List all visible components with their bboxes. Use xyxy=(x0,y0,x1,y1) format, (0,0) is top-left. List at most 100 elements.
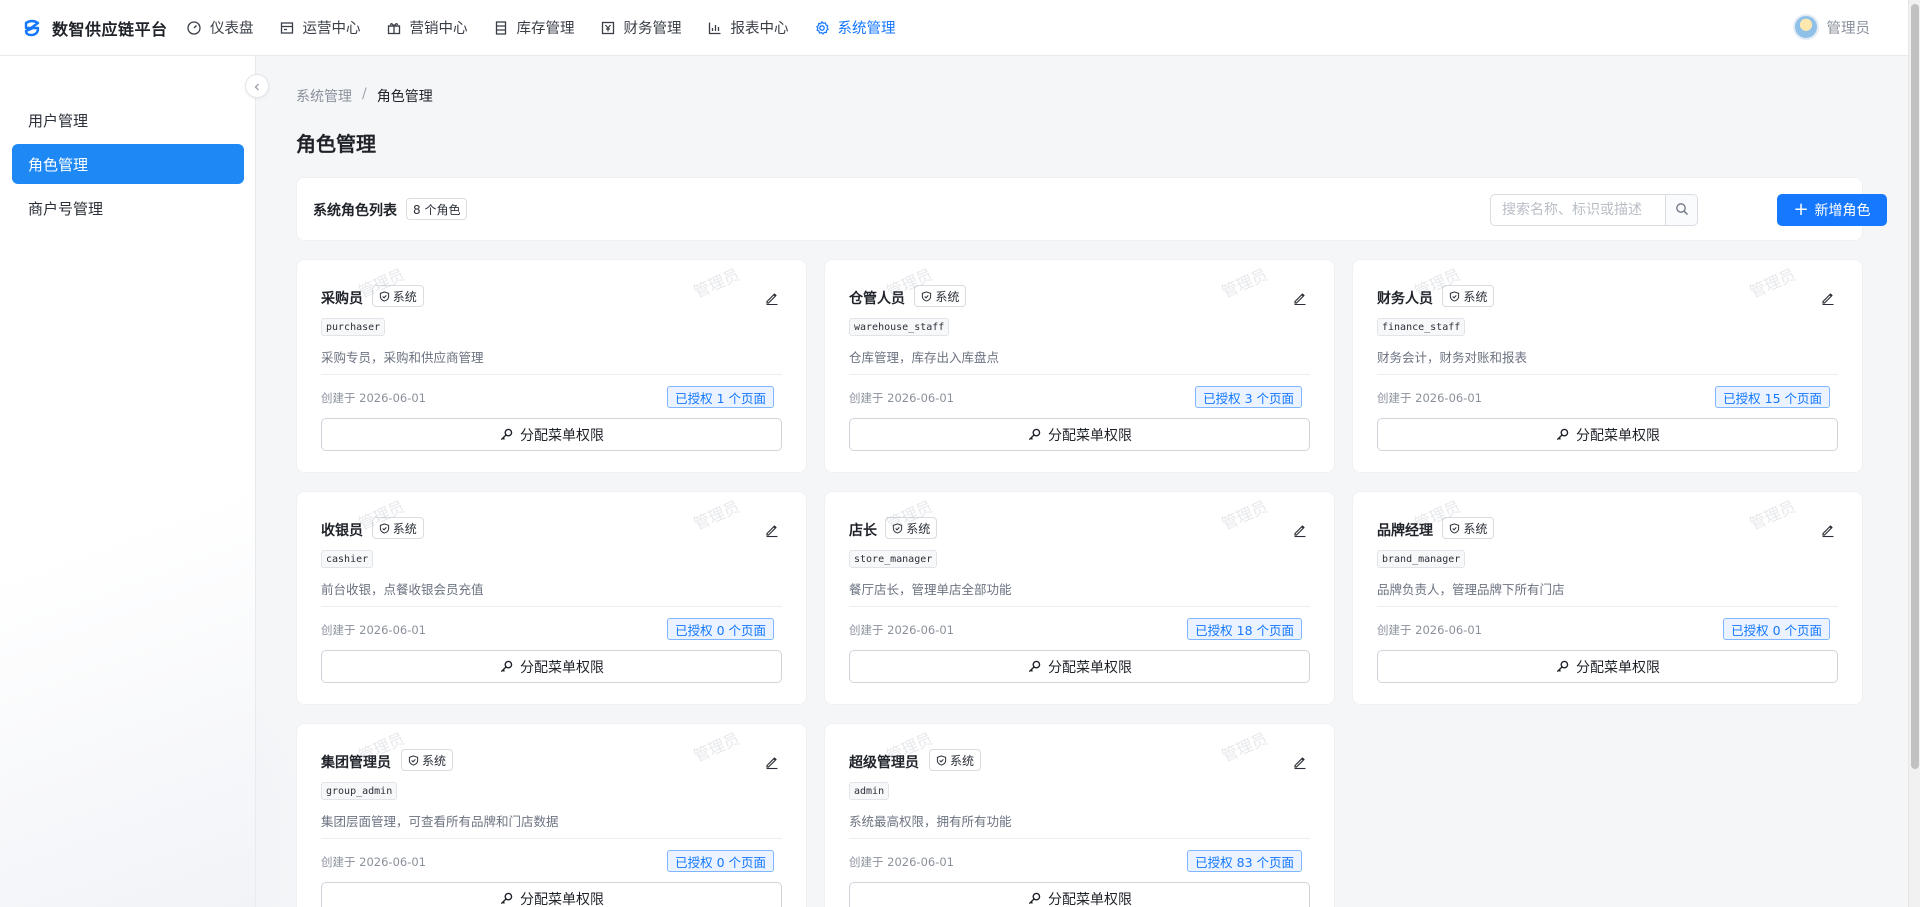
sidebar-item-roles[interactable]: 角色管理 xyxy=(12,144,244,184)
nav-item-inventory[interactable]: 库存管理 xyxy=(489,0,590,56)
edit-icon[interactable] xyxy=(1820,290,1836,306)
assign-menu-permission-button[interactable]: 分配菜单权限 xyxy=(321,418,782,451)
shield-icon xyxy=(379,522,390,534)
sidebar-item-merchants[interactable]: 商户号管理 xyxy=(12,188,244,228)
gear-icon xyxy=(814,20,830,36)
brand-logo-icon xyxy=(22,18,42,38)
assign-menu-permission-button[interactable]: 分配菜单权限 xyxy=(321,882,782,907)
nav-item-reports[interactable]: 报表中心 xyxy=(703,0,804,56)
created-date: 创建于 2026-06-01 xyxy=(849,623,954,637)
card-divider xyxy=(321,606,782,607)
system-tag: 系统 xyxy=(929,749,982,771)
role-description: 集团层面管理，可查看所有品牌和门店数据 xyxy=(321,814,559,829)
edit-icon[interactable] xyxy=(1292,290,1308,306)
authorized-pages-badge: 已授权 0 个页面 xyxy=(667,850,774,872)
breadcrumb-current: 角色管理 xyxy=(376,89,433,105)
assign-menu-permission-button[interactable]: 分配菜单权限 xyxy=(1377,650,1838,683)
chart-icon xyxy=(707,20,723,36)
search-button[interactable] xyxy=(1665,195,1697,225)
page-scrollbar[interactable] xyxy=(1908,0,1920,907)
authorized-pages-badge: 已授权 0 个页面 xyxy=(667,618,774,640)
assign-label: 分配菜单权限 xyxy=(520,891,604,907)
nav-label: 系统管理 xyxy=(837,21,896,37)
assign-menu-permission-button[interactable]: 分配菜单权限 xyxy=(321,650,782,683)
main-nav: 仪表盘 运营中心 营销中心 库存管理 财务管理 报表中心 系统管理 xyxy=(182,0,917,56)
nav-label: 报表中心 xyxy=(730,21,789,37)
role-card-cashier: 收银员 系统 cashier 前台收银，点餐收银会员充值 创建于 2026-06… xyxy=(296,491,807,705)
role-code: store_manager xyxy=(849,550,938,568)
watermark-text: 管理员 xyxy=(1218,728,1271,766)
assign-menu-permission-button[interactable]: 分配菜单权限 xyxy=(849,882,1310,907)
authorized-pages-badge: 已授权 18 个页面 xyxy=(1187,618,1302,640)
nav-item-marketing[interactable]: 营销中心 xyxy=(382,0,483,56)
assign-label: 分配菜单权限 xyxy=(520,427,604,444)
authorized-pages-badge: 已授权 1 个页面 xyxy=(667,386,774,408)
key-icon xyxy=(1027,891,1042,906)
nav-item-finance[interactable]: 财务管理 xyxy=(596,0,697,56)
key-icon xyxy=(499,659,514,674)
role-description: 品牌负责人，管理品牌下所有门店 xyxy=(1377,582,1565,597)
card-divider xyxy=(849,606,1310,607)
role-name: 店长 xyxy=(849,523,877,539)
role-list-toolbar: 系统角色列表 8 个角色 + 新增角色 xyxy=(296,177,1887,241)
assign-menu-permission-button[interactable]: 分配菜单权限 xyxy=(849,418,1310,451)
nav-label: 仪表盘 xyxy=(210,21,254,37)
authorized-pages-badge: 已授权 0 个页面 xyxy=(1723,618,1830,640)
nav-item-dashboard[interactable]: 仪表盘 xyxy=(182,0,269,56)
shield-icon xyxy=(1449,290,1460,302)
nav-item-system[interactable]: 系统管理 xyxy=(810,0,911,56)
edit-icon[interactable] xyxy=(1292,522,1308,538)
watermark-text: 管理员 xyxy=(1746,264,1799,302)
shield-icon xyxy=(408,754,419,766)
edit-icon[interactable] xyxy=(764,290,780,306)
breadcrumb-parent[interactable]: 系统管理 xyxy=(296,86,352,106)
avatar xyxy=(1792,14,1819,40)
system-tag-label: 系统 xyxy=(1463,521,1488,536)
shield-icon xyxy=(379,290,390,302)
role-name: 财务人员 xyxy=(1377,291,1433,307)
edit-icon[interactable] xyxy=(764,522,780,538)
gift-icon xyxy=(386,20,402,36)
user-menu[interactable]: 管理员 xyxy=(1792,14,1870,40)
assign-label: 分配菜单权限 xyxy=(1576,427,1660,444)
list-title: 系统角色列表 xyxy=(313,203,397,219)
breadcrumb-separator: / xyxy=(362,86,367,102)
edit-icon[interactable] xyxy=(1292,754,1308,770)
shield-icon xyxy=(1449,522,1460,534)
shield-icon xyxy=(921,290,932,302)
authorized-pages-badge: 已授权 3 个页面 xyxy=(1195,386,1302,408)
assign-label: 分配菜单权限 xyxy=(1048,659,1132,676)
main-content: 系统管理 / 角色管理 角色管理 系统角色列表 8 个角色 + 新增角色 采购员… xyxy=(257,56,1908,907)
role-name: 集团管理员 xyxy=(321,755,391,771)
edit-icon[interactable] xyxy=(764,754,780,770)
assign-menu-permission-button[interactable]: 分配菜单权限 xyxy=(849,650,1310,683)
role-code: purchaser xyxy=(321,318,386,336)
assign-menu-permission-button[interactable]: 分配菜单权限 xyxy=(1377,418,1838,451)
sidebar: 用户管理 角色管理 商户号管理 xyxy=(0,56,256,907)
sidebar-item-label: 角色管理 xyxy=(28,155,89,174)
add-role-button[interactable]: + 新增角色 xyxy=(1777,194,1887,226)
role-description: 系统最高权限，拥有所有功能 xyxy=(849,814,1012,829)
card-divider xyxy=(1377,606,1838,607)
card-divider xyxy=(1377,374,1838,375)
role-code: warehouse_staff xyxy=(849,318,950,336)
card-divider xyxy=(321,374,782,375)
card-divider xyxy=(849,374,1310,375)
search-input[interactable] xyxy=(1491,195,1665,225)
nav-item-operations[interactable]: 运营中心 xyxy=(275,0,376,56)
watermark-text: 管理员 xyxy=(690,728,743,766)
watermark-text: 管理员 xyxy=(690,496,743,534)
system-tag: 系统 xyxy=(914,285,967,307)
system-tag-label: 系统 xyxy=(392,521,417,536)
brand[interactable]: 数智供应链平台 xyxy=(0,16,182,40)
edit-icon[interactable] xyxy=(1820,522,1836,538)
scrollbar-thumb[interactable] xyxy=(1911,4,1919,769)
system-tag: 系统 xyxy=(885,517,938,539)
created-date: 创建于 2026-06-01 xyxy=(849,391,954,405)
sidebar-item-users[interactable]: 用户管理 xyxy=(12,100,244,140)
nav-label: 库存管理 xyxy=(516,21,575,37)
role-name: 超级管理员 xyxy=(849,755,919,771)
role-card-group-admin: 集团管理员 系统 group_admin 集团层面管理，可查看所有品牌和门店数据… xyxy=(296,723,807,907)
watermark-text: 管理员 xyxy=(690,264,743,302)
inventory-icon xyxy=(493,20,509,36)
